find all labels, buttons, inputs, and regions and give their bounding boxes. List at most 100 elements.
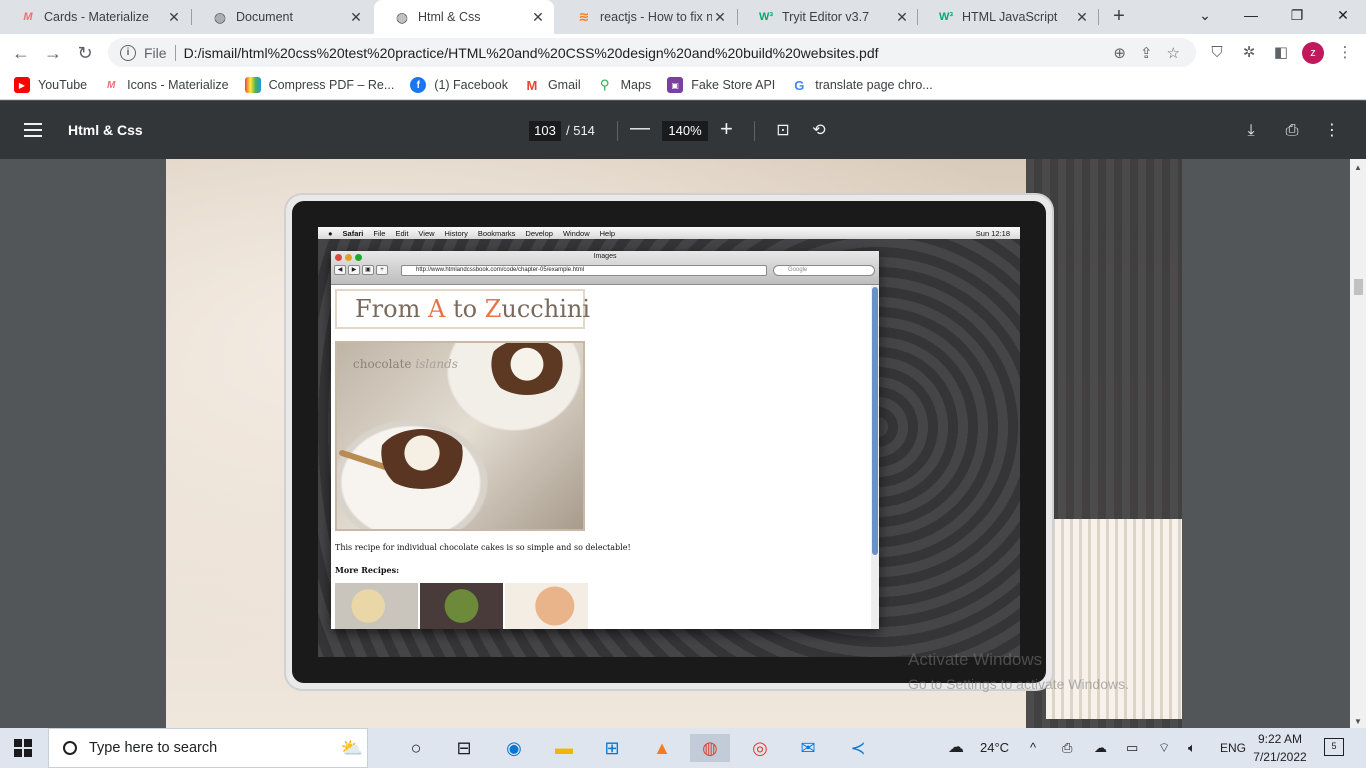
address-bar[interactable]: i File D:/ismail/html%20css%20test%20pra… <box>108 38 1196 67</box>
rotate-icon[interactable]: ⟲ <box>808 120 830 142</box>
mac-menu-item: View <box>418 228 435 238</box>
volume-icon[interactable]: 🔈︎ <box>1188 728 1196 768</box>
bookmark-facebook[interactable]: f (1) Facebook <box>410 77 508 93</box>
tab-document[interactable]: ◍ Document ✕ <box>192 0 372 34</box>
microsoft-store-icon[interactable]: ⊞ <box>592 734 632 762</box>
scroll-down-icon[interactable]: ▼ <box>1354 717 1362 726</box>
close-tab-icon[interactable]: ✕ <box>530 9 546 25</box>
mail-icon[interactable]: ✉ <box>788 734 828 762</box>
weather-temperature[interactable]: 24°C <box>980 728 1009 768</box>
tab-search-icon[interactable]: ⌄ <box>1192 4 1218 28</box>
fit-to-page-icon[interactable]: ⊡ <box>772 120 794 142</box>
bookmark-gmail[interactable]: M Gmail <box>524 77 581 93</box>
profile-avatar[interactable]: z <box>1302 42 1324 64</box>
back-button[interactable]: ← <box>8 40 34 66</box>
show-hidden-icons[interactable]: ^ <box>1030 728 1036 768</box>
tab-cards-materialize[interactable]: M Cards - Materialize ✕ <box>0 0 190 34</box>
bookmark-star-icon[interactable]: ☆ <box>1167 44 1180 62</box>
usb-icon[interactable]: ⎙ <box>1062 728 1072 768</box>
maps-icon: ⚲ <box>599 77 610 92</box>
tab-html-css[interactable]: ◍ Html & Css ✕ <box>374 0 554 34</box>
bookmark-youtube[interactable]: ▶ YouTube <box>14 77 87 93</box>
w3schools-icon: W³ <box>938 11 954 23</box>
battery-icon[interactable]: ▭ <box>1126 728 1138 768</box>
language-indicator[interactable]: ENG <box>1220 728 1246 768</box>
safari-back-icon: ◀ <box>334 265 346 275</box>
scroll-up-icon[interactable]: ▲ <box>1354 163 1362 172</box>
close-window-button[interactable]: ✕ <box>1330 4 1356 28</box>
chocolate-islands-photo: chocolate islands <box>335 341 585 531</box>
forward-button[interactable]: → <box>40 40 66 66</box>
close-tab-icon[interactable]: ✕ <box>894 9 910 25</box>
taskbar-search-box[interactable]: Type here to search <box>48 728 368 768</box>
banner-word: Z <box>484 295 502 323</box>
weather-icon[interactable]: ☁ <box>948 728 964 768</box>
maximize-button[interactable]: ❐ <box>1284 4 1310 28</box>
share-icon[interactable]: ⇪ <box>1140 44 1153 62</box>
mac-menu-item: Edit <box>395 228 409 238</box>
bookmark-fake-store-api[interactable]: ▣ Fake Store API <box>667 77 775 93</box>
info-icon[interactable]: i <box>120 44 136 61</box>
zoom-in-button[interactable]: + <box>720 116 733 142</box>
url-text[interactable]: D:/ismail/html%20css%20test%20practice/H… <box>184 45 879 61</box>
divider <box>754 121 755 141</box>
screen-recorder-icon[interactable]: ◎ <box>740 734 780 762</box>
bookmark-icons-materialize[interactable]: M Icons - Materialize <box>103 77 229 93</box>
vlc-icon[interactable]: ▲ <box>642 734 682 762</box>
vscode-icon[interactable]: ≺ <box>838 734 878 762</box>
safari-page-content: From A to Zucchini chocolate islands Thi… <box>331 285 879 629</box>
shield-extension-icon[interactable]: ⛉ <box>1206 42 1228 64</box>
windows-start-icon[interactable] <box>14 739 32 757</box>
close-tab-icon[interactable]: ✕ <box>348 9 364 25</box>
menu-kebab-icon[interactable]: ⋮ <box>1334 42 1356 64</box>
close-tab-icon[interactable]: ✕ <box>166 9 182 25</box>
tab-html-javascript[interactable]: W³ HTML JavaScript ✕ <box>918 0 1098 34</box>
scroll-thumb[interactable] <box>1354 279 1363 295</box>
edge-icon[interactable]: ◉ <box>494 734 534 762</box>
tab-separator <box>1098 9 1099 25</box>
recipe-thumbnail <box>335 583 418 629</box>
file-explorer-icon[interactable]: ▬ <box>544 734 584 762</box>
new-tab-button[interactable]: + <box>1108 6 1130 28</box>
print-icon[interactable]: ⎙ <box>1281 120 1303 142</box>
more-options-icon[interactable]: ⋮ <box>1321 120 1343 142</box>
taskbar-clock[interactable]: 9:22 AM 7/21/2022 <box>1244 730 1316 766</box>
minimize-button[interactable]: — <box>1238 4 1264 28</box>
viewer-scrollbar[interactable]: ▲ ▼ <box>1350 159 1366 728</box>
close-tab-icon[interactable]: ✕ <box>712 9 728 25</box>
hamburger-menu-icon[interactable] <box>24 119 42 141</box>
task-view-icon[interactable]: ⊟ <box>444 734 484 762</box>
imac-screen: ● Safari File Edit View History Bookmark… <box>318 227 1020 657</box>
close-tab-icon[interactable]: ✕ <box>1074 9 1090 25</box>
clock-date: 7/21/2022 <box>1253 750 1307 764</box>
zoom-level-input[interactable]: 140% <box>662 121 708 141</box>
globe-icon: ◍ <box>213 8 227 25</box>
bookmark-translate[interactable]: G translate page chro... <box>791 77 933 93</box>
bookmark-label: YouTube <box>38 78 88 92</box>
wifi-icon[interactable]: ⌔ <box>1158 728 1170 768</box>
pdf-viewer[interactable]: ● Safari File Edit View History Bookmark… <box>0 159 1366 728</box>
tab-reactjs[interactable]: ≋ reactjs - How to fix no ✕ <box>556 0 736 34</box>
mac-menu-bar: ● Safari File Edit View History Bookmark… <box>318 227 1020 239</box>
zoom-out-button[interactable]: — <box>630 117 650 140</box>
tab-tryit-editor[interactable]: W³ Tryit Editor v3.7 ✕ <box>738 0 918 34</box>
zoom-icon[interactable]: ⊕ <box>1113 44 1126 62</box>
google-icon: G <box>794 77 805 93</box>
clock-time: 9:22 AM <box>1257 732 1303 746</box>
tab-title: Tryit Editor v3.7 <box>782 10 870 24</box>
photo-caption: chocolate islands <box>353 357 458 371</box>
download-icon[interactable]: ⤓ <box>1240 120 1262 142</box>
notification-center-icon[interactable]: 5 <box>1324 738 1344 756</box>
safari-scrollbar <box>871 285 879 629</box>
mac-menu-item: Safari <box>342 228 364 238</box>
reload-button[interactable]: ↻ <box>72 40 98 66</box>
side-panel-icon[interactable]: ◧ <box>1270 42 1292 64</box>
page-number-input[interactable]: 103 <box>529 121 561 141</box>
extensions-puzzle-icon[interactable]: ✲ <box>1238 42 1260 64</box>
weather-widget-icon[interactable]: ⛅ <box>328 734 376 762</box>
cortana-icon[interactable]: ○ <box>396 734 436 762</box>
bookmark-compress-pdf[interactable]: Compress PDF – Re... <box>244 77 394 93</box>
chrome-icon[interactable]: ◍ <box>690 734 730 762</box>
bookmark-maps[interactable]: ⚲ Maps <box>597 77 651 93</box>
onedrive-icon[interactable]: ☁ <box>1094 728 1107 768</box>
